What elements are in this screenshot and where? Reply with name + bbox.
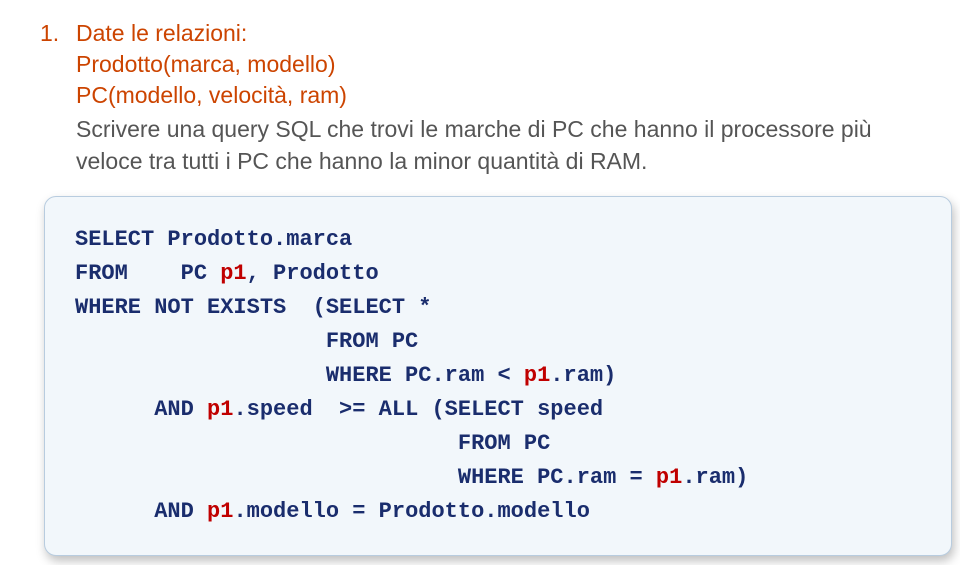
txt-speed-all: .speed >= ALL (SELECT speed	[233, 397, 603, 422]
alias-p1-4: p1	[656, 465, 682, 490]
question-header: 1.Date le relazioni:	[40, 18, 920, 49]
alias-p1-5: p1	[207, 499, 233, 524]
question-prompt: Date le relazioni:	[76, 18, 247, 49]
sql-code-block: SELECT Prodotto.marca FROM PC p1, Prodot…	[44, 196, 952, 557]
kw-select: SELECT	[75, 227, 154, 252]
txt-not-exists: NOT EXISTS (SELECT *	[141, 295, 431, 320]
pad	[75, 329, 326, 354]
txt-from-pc1: FROM PC	[326, 329, 418, 354]
txt-pc: PC	[181, 261, 221, 286]
schema-line-1: Prodotto(marca, modello)	[76, 49, 920, 80]
txt-comma-prodotto: , Prodotto	[247, 261, 379, 286]
kw-from: FROM	[75, 261, 128, 286]
txt-prodotto-marca: Prodotto.marca	[154, 227, 352, 252]
alias-p1-2: p1	[524, 363, 550, 388]
pad	[75, 499, 154, 524]
question-number: 1.	[40, 18, 76, 49]
kw-and2: AND	[154, 499, 207, 524]
sp	[128, 261, 181, 286]
pad	[75, 431, 458, 456]
schema-line-2: PC(modello, velocità, ram)	[76, 80, 920, 111]
kw-where: WHERE	[75, 295, 141, 320]
txt-where-ram-eq: WHERE PC.ram =	[458, 465, 656, 490]
pad	[75, 397, 154, 422]
txt-ram-close2: .ram)	[682, 465, 748, 490]
alias-p1-1: p1	[220, 261, 246, 286]
pad	[75, 363, 326, 388]
txt-modello: .modello = Prodotto.modello	[233, 499, 589, 524]
txt-from-pc2: FROM PC	[458, 431, 550, 456]
question-body: Scrivere una query SQL che trovi le marc…	[76, 113, 920, 177]
txt-where-ram-lt: WHERE PC.ram <	[326, 363, 524, 388]
kw-and1: AND	[154, 397, 207, 422]
pad	[75, 465, 458, 490]
alias-p1-3: p1	[207, 397, 233, 422]
txt-ram-close1: .ram)	[550, 363, 616, 388]
